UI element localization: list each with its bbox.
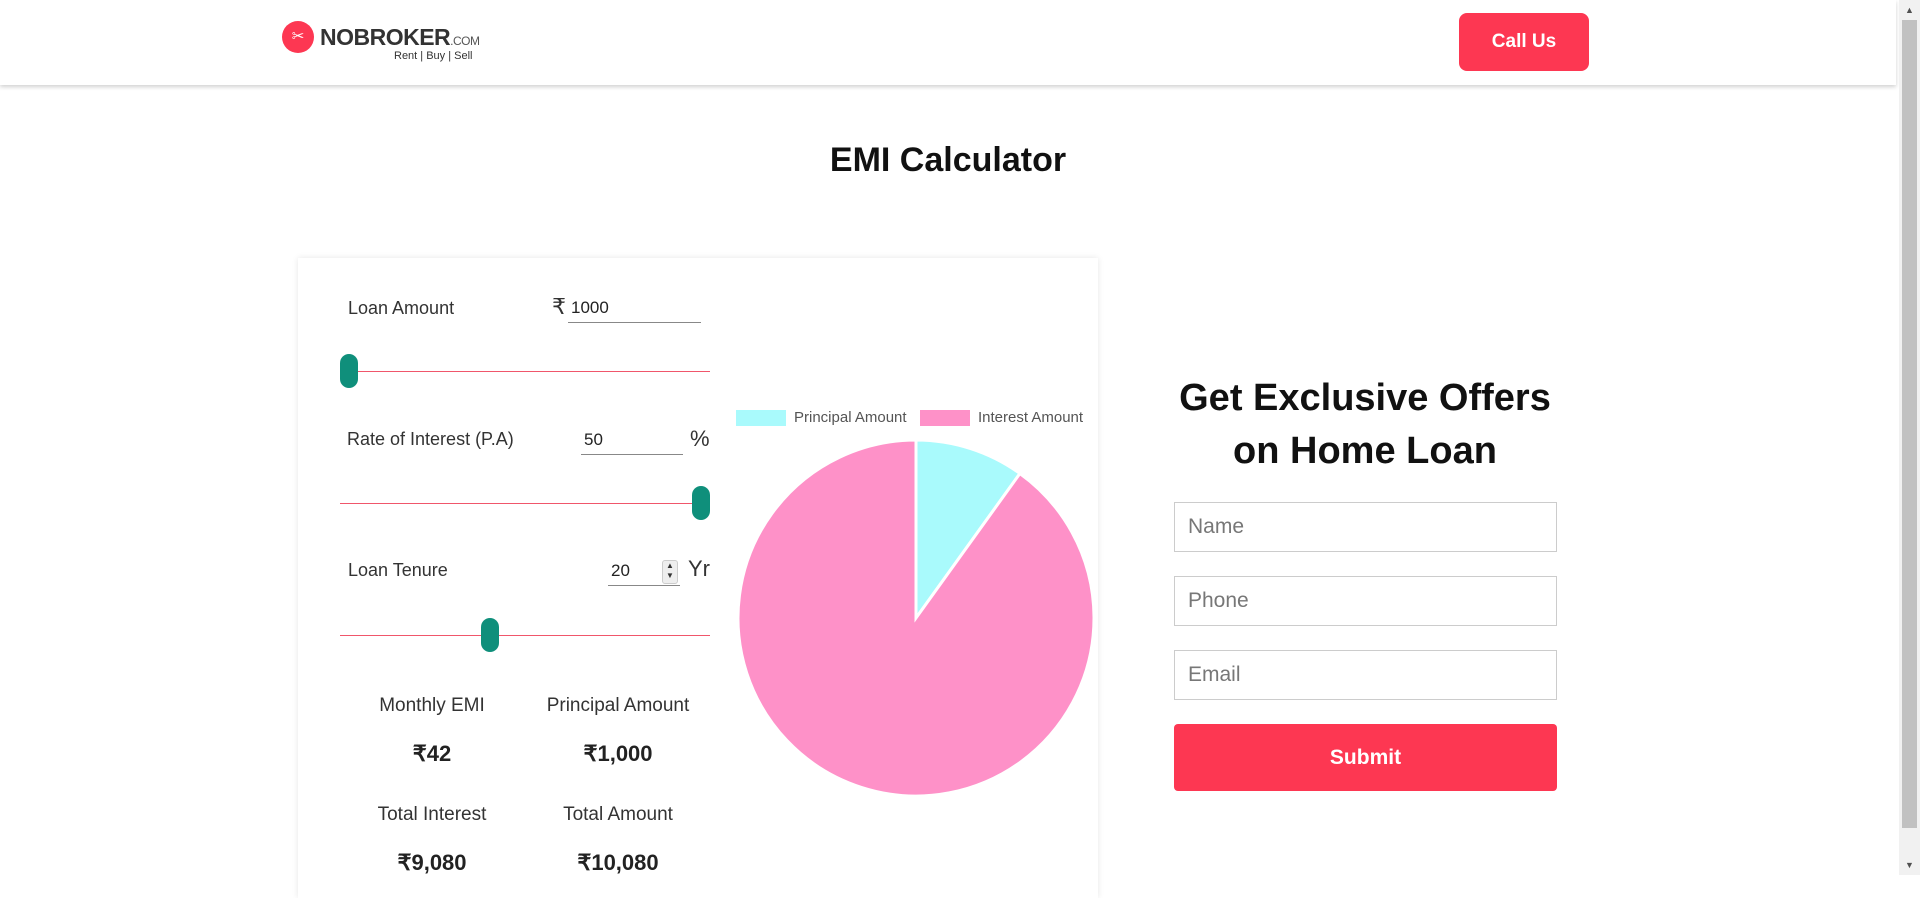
- logo-tagline: Rent | Buy | Sell: [394, 50, 473, 62]
- interest-rate-slider[interactable]: [340, 503, 710, 504]
- emi-calculator-card: Loan Amount ₹ Rate of Interest (P.A) % L…: [298, 258, 1098, 898]
- pie-slice-interest-amount[interactable]: [736, 438, 1096, 798]
- monthly-emi-label: Monthly EMI: [379, 695, 485, 716]
- legend-principal-label[interactable]: Principal Amount: [794, 409, 907, 426]
- page-title: EMI Calculator: [829, 141, 1067, 179]
- loan-amount-slider[interactable]: [340, 371, 710, 372]
- name-field[interactable]: [1174, 502, 1557, 552]
- total-interest-value: ₹9,080: [397, 850, 467, 875]
- top-navbar: ✂ NOBROKER.COM Rent | Buy | Sell Call Us: [0, 0, 1896, 85]
- years-unit: Yr: [688, 556, 710, 581]
- interest-rate-slider-thumb[interactable]: [692, 486, 710, 520]
- page-scrollbar[interactable]: ▲ ▼: [1899, 0, 1920, 875]
- legend-interest-label[interactable]: Interest Amount: [978, 409, 1083, 426]
- loan-tenure-slider[interactable]: [340, 635, 710, 636]
- tenure-spinner-icon[interactable]: ▲ ▼: [662, 560, 678, 584]
- logo-suffix: .COM: [450, 34, 480, 48]
- principal-amount-value: ₹1,000: [583, 741, 653, 766]
- call-us-button[interactable]: Call Us: [1459, 13, 1589, 71]
- loan-amount-input[interactable]: [568, 293, 701, 323]
- percent-unit: %: [690, 426, 710, 451]
- offers-heading-line-1: Get Exclusive Offers: [1179, 377, 1551, 419]
- logo-mark-icon: ✂: [282, 21, 314, 53]
- scroll-down-arrow-icon[interactable]: ▼: [1899, 855, 1920, 875]
- total-amount-value: ₹10,080: [577, 850, 659, 875]
- nobroker-logo[interactable]: ✂ NOBROKER.COM Rent | Buy | Sell: [282, 18, 482, 66]
- legend-interest-swatch[interactable]: [920, 410, 970, 426]
- interest-rate-label: Rate of Interest (P.A): [347, 429, 514, 449]
- email-field[interactable]: [1174, 650, 1557, 700]
- loan-amount-label: Loan Amount: [348, 298, 455, 318]
- offers-heading-line-2: on Home Loan: [1233, 430, 1497, 472]
- logo-text: NOBROKER: [320, 24, 451, 50]
- interest-rate-input[interactable]: [581, 425, 683, 455]
- rupee-icon: ₹: [552, 294, 566, 319]
- principal-amount-label: Principal Amount: [546, 695, 690, 716]
- legend-principal-swatch[interactable]: [736, 410, 786, 426]
- offers-heading: Get Exclusive Offers on Home Loan: [1140, 372, 1590, 478]
- scroll-up-arrow-icon[interactable]: ▲: [1899, 0, 1920, 20]
- emi-pie-chart: [736, 438, 1096, 798]
- loan-tenure-label: Loan Tenure: [348, 560, 448, 580]
- monthly-emi-value: ₹42: [412, 741, 452, 766]
- total-interest-label: Total Interest: [377, 804, 487, 825]
- loan-tenure-slider-thumb[interactable]: [480, 618, 499, 652]
- submit-button[interactable]: Submit: [1174, 724, 1557, 791]
- loan-amount-slider-thumb[interactable]: [340, 354, 358, 388]
- phone-field[interactable]: [1174, 576, 1557, 626]
- scrollbar-thumb[interactable]: [1902, 20, 1917, 828]
- total-amount-label: Total Amount: [563, 804, 673, 825]
